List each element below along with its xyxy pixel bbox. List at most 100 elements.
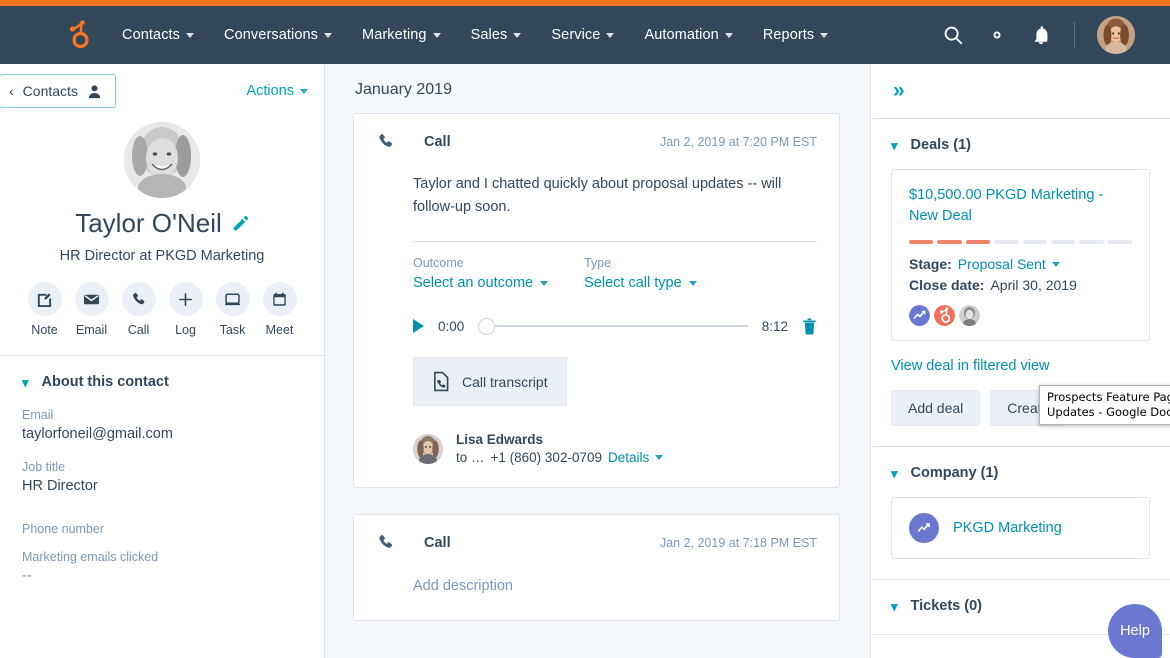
participant-info: Lisa Edwards to … +1 (860) 302-0709 Deta… [456,432,663,465]
nav-item-contacts[interactable]: Contacts [122,27,194,43]
play-button[interactable] [413,319,424,333]
contact-name-row: Taylor O'Neil [16,208,308,239]
nav-item-conversations[interactable]: Conversations [224,27,332,43]
chevron-down-icon [300,89,308,94]
about-section-header[interactable]: ▾ About this contact [22,374,302,390]
participant-details-toggle[interactable]: Details [608,450,663,465]
stage-segment [1023,240,1047,244]
call-note-text[interactable]: Taylor and I chatted quickly about propo… [413,173,817,219]
phone-icon [376,533,395,552]
nav-label: Automation [644,27,718,43]
contact-subtitle: HR Director at PKGD Marketing [16,248,308,264]
deal-close-date-row: Close date: April 30, 2019 [909,277,1132,293]
deal-stage-value: Proposal Sent [958,256,1046,272]
outcome-dropdown[interactable]: Select an outcome [413,275,548,291]
chevron-double-right-icon[interactable]: » [893,79,905,102]
property-label: Job title [22,460,302,474]
association-contact-avatar[interactable] [959,305,980,326]
property-value[interactable]: HR Director [22,478,302,494]
stage-segment [909,240,933,244]
search-icon[interactable] [942,24,964,46]
total-duration: 8:12 [762,319,788,334]
page-title: Taylor O'Neil [75,208,222,239]
nav-item-reports[interactable]: Reports [763,27,828,43]
browser-tab-tooltip: Prospects Feature Page Updates - Google … [1039,385,1170,425]
contact-profile: Taylor O'Neil HR Director at PKGD Market… [0,108,324,264]
delete-recording-icon[interactable] [802,318,817,335]
company-name-link[interactable]: PKGD Marketing [953,520,1062,536]
edit-pencil-icon[interactable] [232,215,249,232]
property-email: Email taylorfoneil@gmail.com [22,408,302,442]
outcome-value: Select an outcome [413,275,533,291]
deal-name-link[interactable]: $10,500.00 PKGD Marketing - New Deal [909,185,1132,227]
nav-item-sales[interactable]: Sales [471,27,522,43]
deal-stage-dropdown[interactable]: Proposal Sent [958,256,1060,272]
about-section-title: About this contact [42,374,169,390]
participant-avatar [413,434,443,464]
current-time: 0:00 [438,319,464,334]
nav-label: Service [551,27,600,43]
quick-action-meet[interactable]: Meet [256,282,303,337]
quick-action-call[interactable]: Call [115,282,162,337]
chevron-down-icon [820,33,828,38]
quick-action-label: Log [162,323,209,337]
company-section-header[interactable]: ▾ Company (1) [891,465,1150,481]
deals-section-header[interactable]: ▾ Deals (1) [891,137,1150,153]
playback-scrubber[interactable] [478,317,747,335]
property-value[interactable]: -- [22,568,302,584]
quick-action-task[interactable]: Task [209,282,256,337]
plus-icon [169,282,203,316]
quick-action-label: Meet [256,323,303,337]
company-section-title: Company (1) [911,465,999,481]
association-company-avatar[interactable] [909,305,930,326]
stage-segment [937,240,961,244]
view-deal-in-filtered-view-link[interactable]: View deal in filtered view [891,358,1150,374]
chevron-down-icon: ▾ [22,376,29,389]
contact-avatar[interactable] [124,122,200,198]
call-recording-player: 0:00 8:12 [413,291,817,335]
user-account-menu[interactable] [1097,16,1152,54]
nav-item-marketing[interactable]: Marketing [362,27,441,43]
help-button[interactable]: Help [1108,604,1162,658]
chevron-down-icon [606,33,614,38]
calendar-icon [263,282,297,316]
deal-stage-label: Stage: [909,256,952,272]
participant-phone: +1 (860) 302-0709 [491,450,602,465]
quick-action-log[interactable]: Log [162,282,209,337]
deal-close-date-value: April 30, 2019 [990,277,1076,293]
property-label: Email [22,408,302,422]
chevron-down-icon [1144,33,1152,38]
add-description-placeholder[interactable]: Add description [354,552,839,620]
add-deal-button[interactable]: Add deal [891,390,980,426]
playback-track [478,325,747,327]
property-value[interactable]: taylorfoneil@gmail.com [22,426,302,442]
nav-utility-group [942,16,1152,54]
association-hubspot-avatar[interactable] [934,305,955,326]
chevron-down-icon [513,33,521,38]
nav-item-service[interactable]: Service [551,27,614,43]
call-transcript-button[interactable]: Call transcript [413,357,567,406]
quick-action-email[interactable]: Email [68,282,115,337]
call-type-dropdown[interactable]: Select call type [584,275,697,291]
company-logo-icon [909,513,939,543]
contact-sidebar: ‹ Contacts Actions [0,64,325,658]
quick-action-note[interactable]: Note [21,282,68,337]
hubspot-logo-icon[interactable] [60,18,94,52]
back-to-contacts-button[interactable]: ‹ Contacts [0,74,116,108]
nav-item-automation[interactable]: Automation [644,27,732,43]
stage-segment [1079,240,1103,244]
gear-icon[interactable] [986,24,1008,46]
quick-action-label: Email [68,323,115,337]
tickets-section-header[interactable]: ▾ Tickets (0) [891,598,1150,614]
playback-knob[interactable] [478,318,495,335]
notifications-bell-icon[interactable] [1030,24,1052,46]
card-type-label: Call [424,134,451,150]
nav-label: Contacts [122,27,180,43]
avatar [1097,16,1135,54]
details-label: Details [608,450,649,465]
company-card[interactable]: PKGD Marketing [891,497,1150,559]
transcript-document-icon [432,371,451,392]
deal-stage-progress [909,240,1132,244]
actions-dropdown[interactable]: Actions [246,83,308,99]
chevron-down-icon: ▾ [891,600,898,613]
